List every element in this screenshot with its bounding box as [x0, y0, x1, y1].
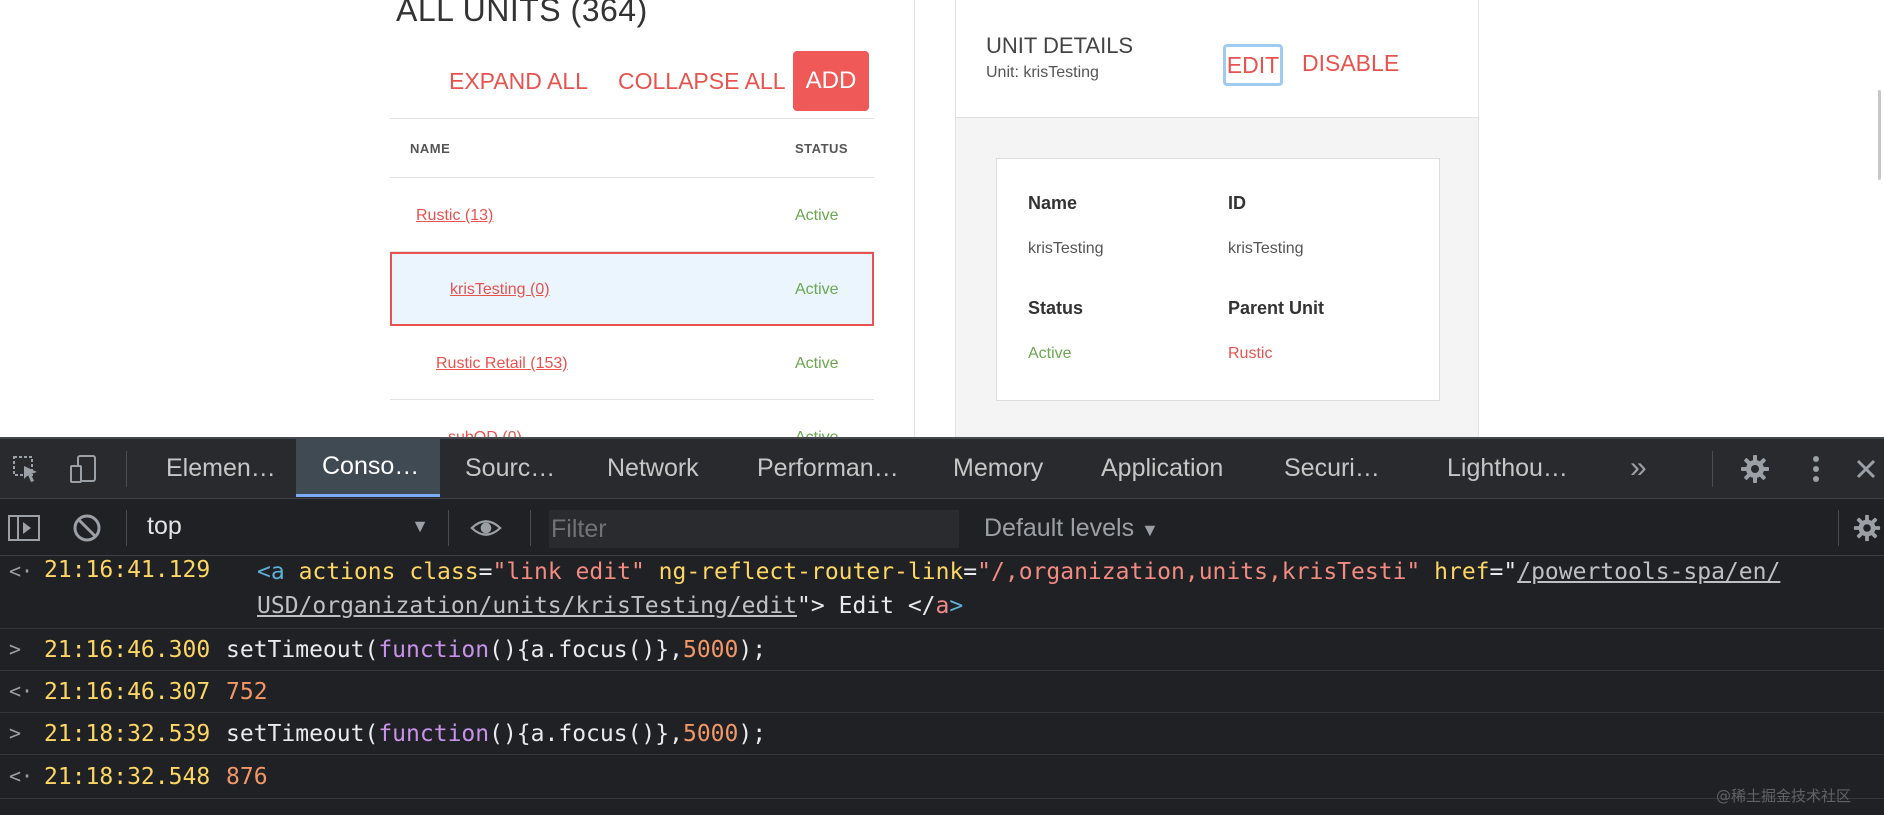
more-tabs-icon[interactable]: » [1604, 439, 1647, 497]
context-selector[interactable]: top ▼ [147, 512, 429, 546]
console-filter-input[interactable] [549, 510, 959, 548]
dropdown-arrow-icon: ▼ [411, 516, 429, 536]
edit-button[interactable]: EDIT [1223, 44, 1283, 86]
disable-button[interactable]: DISABLE [1302, 50, 1399, 77]
result-arrow-icon: <· [9, 679, 34, 703]
href-link[interactable]: USD/organization/units/krisTesting/edit [257, 593, 797, 619]
unit-details-title: UNIT DETAILS [986, 33, 1134, 58]
unit-details-subtitle: Unit: krisTesting [986, 64, 1099, 81]
collapse-all-button[interactable]: COLLAPSE ALL [618, 68, 786, 95]
timestamp: 21:18:32.539 [44, 721, 211, 747]
result-arrow-icon: <· [9, 559, 34, 583]
unit-details-panel: UNIT DETAILS Unit: krisTesting EDIT DISA… [955, 0, 1479, 437]
page-scrollbar[interactable] [1878, 90, 1881, 180]
name-column-header: NAME [410, 141, 451, 156]
id-label: ID [1228, 193, 1246, 213]
watermark: @稀土掘金技术社区 [1716, 787, 1852, 805]
status-label: Status [1028, 298, 1084, 318]
timestamp: 21:16:46.307 [44, 679, 211, 705]
console-output: <· 21:16:41.129 <a actions class="link e… [0, 557, 1884, 815]
name-value: krisTesting [1028, 240, 1104, 257]
id-value: krisTesting [1228, 240, 1304, 257]
console-settings-icon[interactable] [1852, 512, 1882, 544]
timestamp: 21:18:32.548 [44, 764, 211, 790]
tab-security[interactable]: Securi… [1258, 439, 1380, 497]
console-result-value: 876 [226, 764, 268, 790]
element-preview[interactable]: <a actions class="link edit" ng-reflect-… [257, 559, 1780, 585]
kebab-menu-icon[interactable] [1800, 453, 1832, 485]
timestamp: 21:16:46.300 [44, 637, 211, 663]
console-message: > 21:16:46.300 setTimeout(function(){a.f… [0, 629, 1884, 671]
status-column-header: STATUS [795, 141, 849, 156]
tab-lighthouse[interactable]: Lighthou… [1421, 439, 1568, 497]
table-row[interactable]: Rustic Retail (153) Active [390, 326, 874, 400]
timestamp: 21:16:41.129 [44, 557, 211, 583]
console-message: <· 21:18:32.548 876 [0, 755, 1884, 799]
log-levels-label: Default levels [984, 514, 1135, 542]
clear-console-icon[interactable] [71, 512, 103, 544]
units-title: ALL UNITS (364) [396, 0, 648, 28]
units-table: NAME STATUS Rustic (13) Active krisTesti… [390, 118, 874, 437]
expand-all-button[interactable]: EXPAND ALL [449, 68, 588, 95]
result-arrow-icon: <· [9, 764, 34, 788]
tab-elements[interactable]: Elemen… [140, 439, 276, 497]
close-icon[interactable] [1852, 453, 1880, 485]
tab-performance[interactable]: Performan… [731, 439, 899, 497]
tab-console[interactable]: Conso… [296, 439, 440, 497]
name-label: Name [1028, 193, 1078, 213]
console-message: > 21:18:32.539 setTimeout(function(){a.f… [0, 713, 1884, 755]
console-message: <· 21:16:46.307 752 [0, 671, 1884, 713]
settings-gear-icon[interactable] [1739, 453, 1771, 485]
tab-memory[interactable]: Memory [927, 439, 1043, 497]
eye-icon[interactable] [470, 512, 502, 544]
console-message: <· 21:16:41.129 <a actions class="link e… [0, 557, 1884, 629]
console-input-code: setTimeout(function(){a.focus()},5000); [226, 721, 767, 747]
unit-details-card: Name krisTesting ID krisTesting Status A… [996, 158, 1440, 401]
context-value: top [147, 512, 182, 540]
parent-unit-label: Parent Unit [1228, 298, 1325, 318]
web-page: ALL UNITS (364) EXPAND ALL COLLAPSE ALL … [0, 0, 1884, 437]
unit-link[interactable]: subOD (0) [448, 429, 522, 437]
input-arrow-icon: > [9, 637, 22, 661]
tab-network[interactable]: Network [581, 439, 699, 497]
unit-link[interactable]: krisTesting (0) [450, 281, 550, 299]
table-header: NAME STATUS [390, 118, 874, 178]
tab-application[interactable]: Application [1075, 439, 1223, 497]
tab-sources[interactable]: Sourc… [439, 439, 555, 497]
console-result-value: 752 [226, 679, 268, 705]
unit-status: Active [795, 355, 839, 372]
unit-status: Active [795, 429, 839, 437]
console-input-code: setTimeout(function(){a.focus()},5000); [226, 637, 767, 663]
sidebar-toggle-icon[interactable] [8, 512, 40, 544]
devtools-panel: Elemen… Conso… Sourc… Network Performan…… [0, 437, 1884, 815]
dropdown-arrow-icon: ▼ [1141, 520, 1159, 540]
href-link[interactable]: /powertools-spa/en/ [1517, 559, 1780, 585]
device-toggle-icon[interactable] [68, 453, 100, 485]
unit-link[interactable]: Rustic (13) [416, 207, 493, 225]
inspect-icon[interactable] [10, 453, 42, 485]
element-preview-cont: USD/organization/units/krisTesting/edit"… [257, 593, 964, 619]
table-row[interactable]: subOD (0) Active [390, 400, 874, 437]
log-levels-dropdown[interactable]: Default levels ▼ [984, 514, 1159, 543]
status-value: Active [1028, 345, 1072, 362]
table-row[interactable]: Rustic (13) Active [390, 178, 874, 252]
console-toolbar: top ▼ Default levels ▼ [0, 500, 1884, 556]
unit-link[interactable]: Rustic Retail (153) [436, 355, 568, 373]
input-arrow-icon: > [9, 721, 22, 745]
devtools-tab-bar: Elemen… Conso… Sourc… Network Performan…… [0, 439, 1884, 499]
unit-details-header: UNIT DETAILS Unit: krisTesting EDIT DISA… [956, 0, 1478, 118]
unit-status: Active [795, 281, 839, 298]
table-row-selected[interactable]: krisTesting (0) Active [390, 252, 874, 326]
column-divider [914, 0, 915, 437]
parent-unit-link[interactable]: Rustic [1228, 345, 1272, 363]
add-button[interactable]: ADD [793, 51, 869, 111]
unit-status: Active [795, 207, 839, 224]
